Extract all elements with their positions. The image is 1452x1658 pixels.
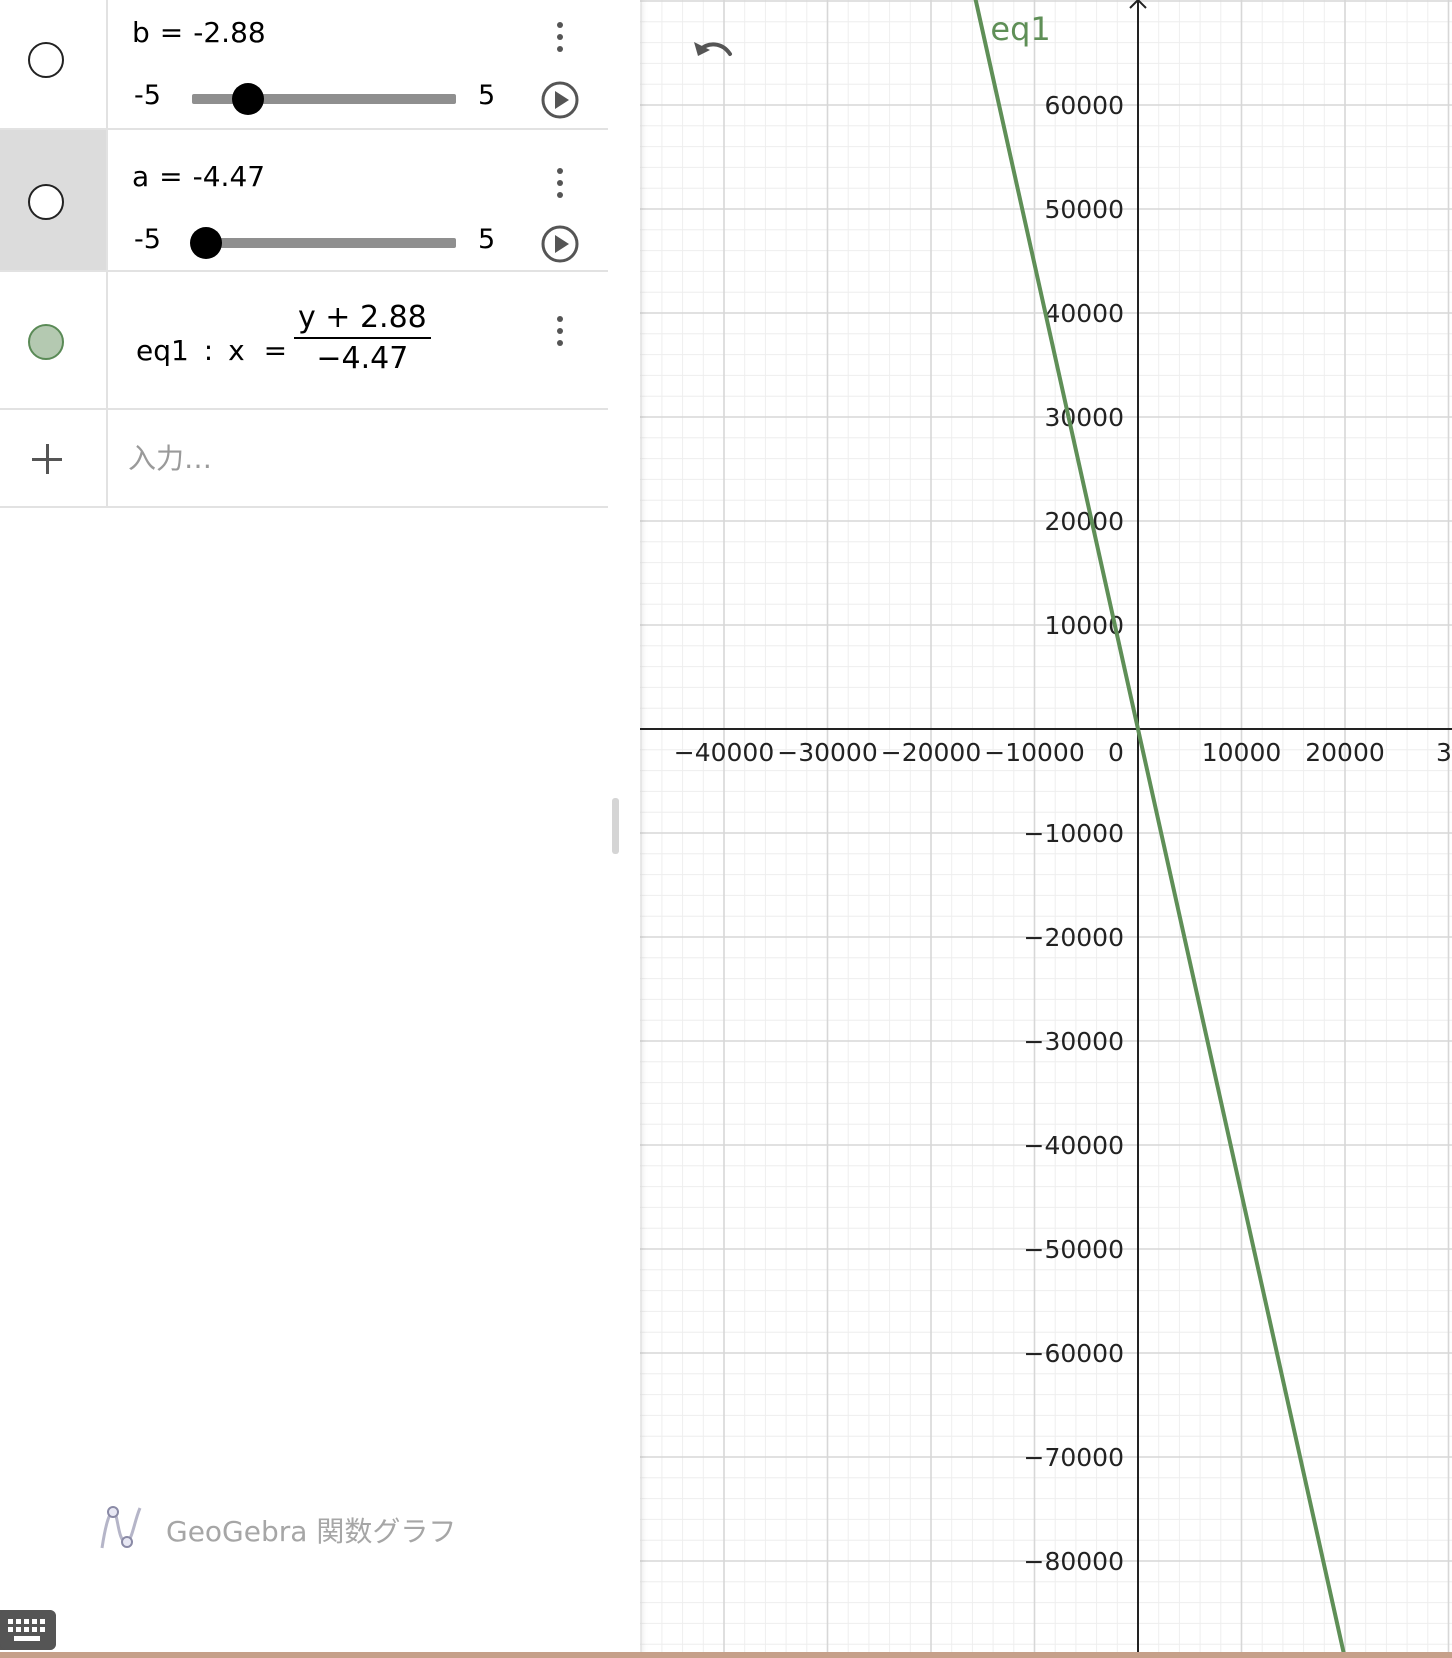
slider-min-label: -5 (134, 80, 161, 111)
y-tick-label: −40000 (1024, 1131, 1124, 1160)
origin-label: 0 (1108, 738, 1124, 767)
y-tick-label: −50000 (1024, 1235, 1124, 1264)
slider-row-a[interactable]: a = -4.47 -5 5 (0, 130, 608, 272)
keyboard-icon[interactable] (0, 1610, 56, 1650)
algebra-input[interactable] (126, 432, 590, 484)
more-menu-icon[interactable] (548, 164, 572, 204)
slider-row-b[interactable]: b = -2.88 -5 5 (0, 0, 608, 130)
input-row[interactable] (0, 410, 608, 508)
y-tick-label: 30000 (1044, 403, 1124, 432)
equation-row-eq1[interactable]: eq1 : x = y + 2.88 −4.47 (0, 272, 608, 410)
visibility-toggle-a[interactable] (28, 184, 64, 220)
branding-text: GeoGebra 関数グラフ (166, 1515, 457, 1548)
x-tick-label: −30000 (777, 738, 877, 767)
slider-value: -2.88 (193, 16, 266, 49)
slider-thumb-a[interactable] (189, 227, 222, 259)
fraction-numerator: y + 2.88 (298, 300, 427, 335)
y-tick-label: −80000 (1024, 1547, 1124, 1576)
y-tick-label: −70000 (1024, 1443, 1124, 1472)
slider-value: -4.47 (192, 160, 266, 193)
plus-icon[interactable] (30, 442, 64, 476)
slider-name: b (132, 16, 150, 49)
slider-max-label: 5 (478, 80, 496, 111)
x-tick-label: 10000 (1202, 738, 1282, 767)
equation-name: eq1 (136, 334, 189, 367)
equation-fraction: y + 2.88 −4.47 (294, 300, 431, 376)
slider-track-a[interactable] (192, 238, 456, 248)
panel-resize-handle[interactable] (612, 798, 619, 854)
x-tick-label: −40000 (674, 738, 774, 767)
y-tick-label: −60000 (1024, 1339, 1124, 1368)
equals-sign: = (159, 160, 183, 193)
slider-name: a (132, 160, 150, 193)
equals-sign: = (263, 334, 288, 367)
equation-label[interactable]: eq1 : x = (136, 334, 297, 367)
geogebra-logo-icon (100, 1506, 142, 1549)
equation-colon: : (203, 334, 214, 367)
y-tick-label: −20000 (1024, 923, 1124, 952)
fraction-denominator: −4.47 (316, 341, 409, 376)
visibility-cell (0, 0, 108, 128)
y-tick-label: 60000 (1044, 91, 1124, 120)
window-bottom-border (0, 1652, 1452, 1658)
visibility-cell (0, 272, 108, 408)
slider-label-a[interactable]: a = -4.47 (132, 160, 265, 193)
equals-sign: = (159, 16, 184, 49)
undo-icon[interactable] (688, 34, 736, 74)
equation-lhs: x (228, 334, 245, 367)
play-icon[interactable] (540, 80, 580, 120)
algebra-view: b = -2.88 -5 5 a = -4.47 -5 5 eq1: x = … (0, 0, 640, 1658)
slider-max-label: 5 (478, 224, 496, 255)
slider-label-b[interactable]: b = -2.88 (132, 16, 266, 49)
more-menu-icon[interactable] (548, 312, 572, 352)
y-tick-label: −10000 (1024, 819, 1124, 848)
visibility-toggle-eq1[interactable] (28, 324, 64, 360)
visibility-cell (0, 130, 108, 270)
y-tick-label: 50000 (1044, 195, 1124, 224)
add-cell (0, 410, 108, 506)
y-tick-label: 40000 (1044, 299, 1124, 328)
y-tick-label: 20000 (1044, 507, 1124, 536)
slider-min-label: -5 (134, 224, 161, 255)
graphics-view[interactable]: −40000−30000−20000−100001000020000300600… (640, 0, 1452, 1658)
line-label-eq1: eq1 (990, 10, 1050, 48)
x-tick-label: 20000 (1305, 738, 1385, 767)
more-menu-icon[interactable] (548, 18, 572, 58)
x-tick-label: −10000 (984, 738, 1084, 767)
x-tick-label: −20000 (881, 738, 981, 767)
graph-canvas[interactable]: −40000−30000−20000−100001000020000300600… (640, 0, 1452, 1658)
visibility-toggle-b[interactable] (28, 42, 64, 78)
fraction-bar (294, 337, 431, 339)
y-tick-label: −30000 (1024, 1027, 1124, 1056)
play-icon[interactable] (540, 224, 580, 264)
slider-thumb-b[interactable] (231, 83, 264, 115)
x-tick-label: 30 (1436, 738, 1452, 767)
